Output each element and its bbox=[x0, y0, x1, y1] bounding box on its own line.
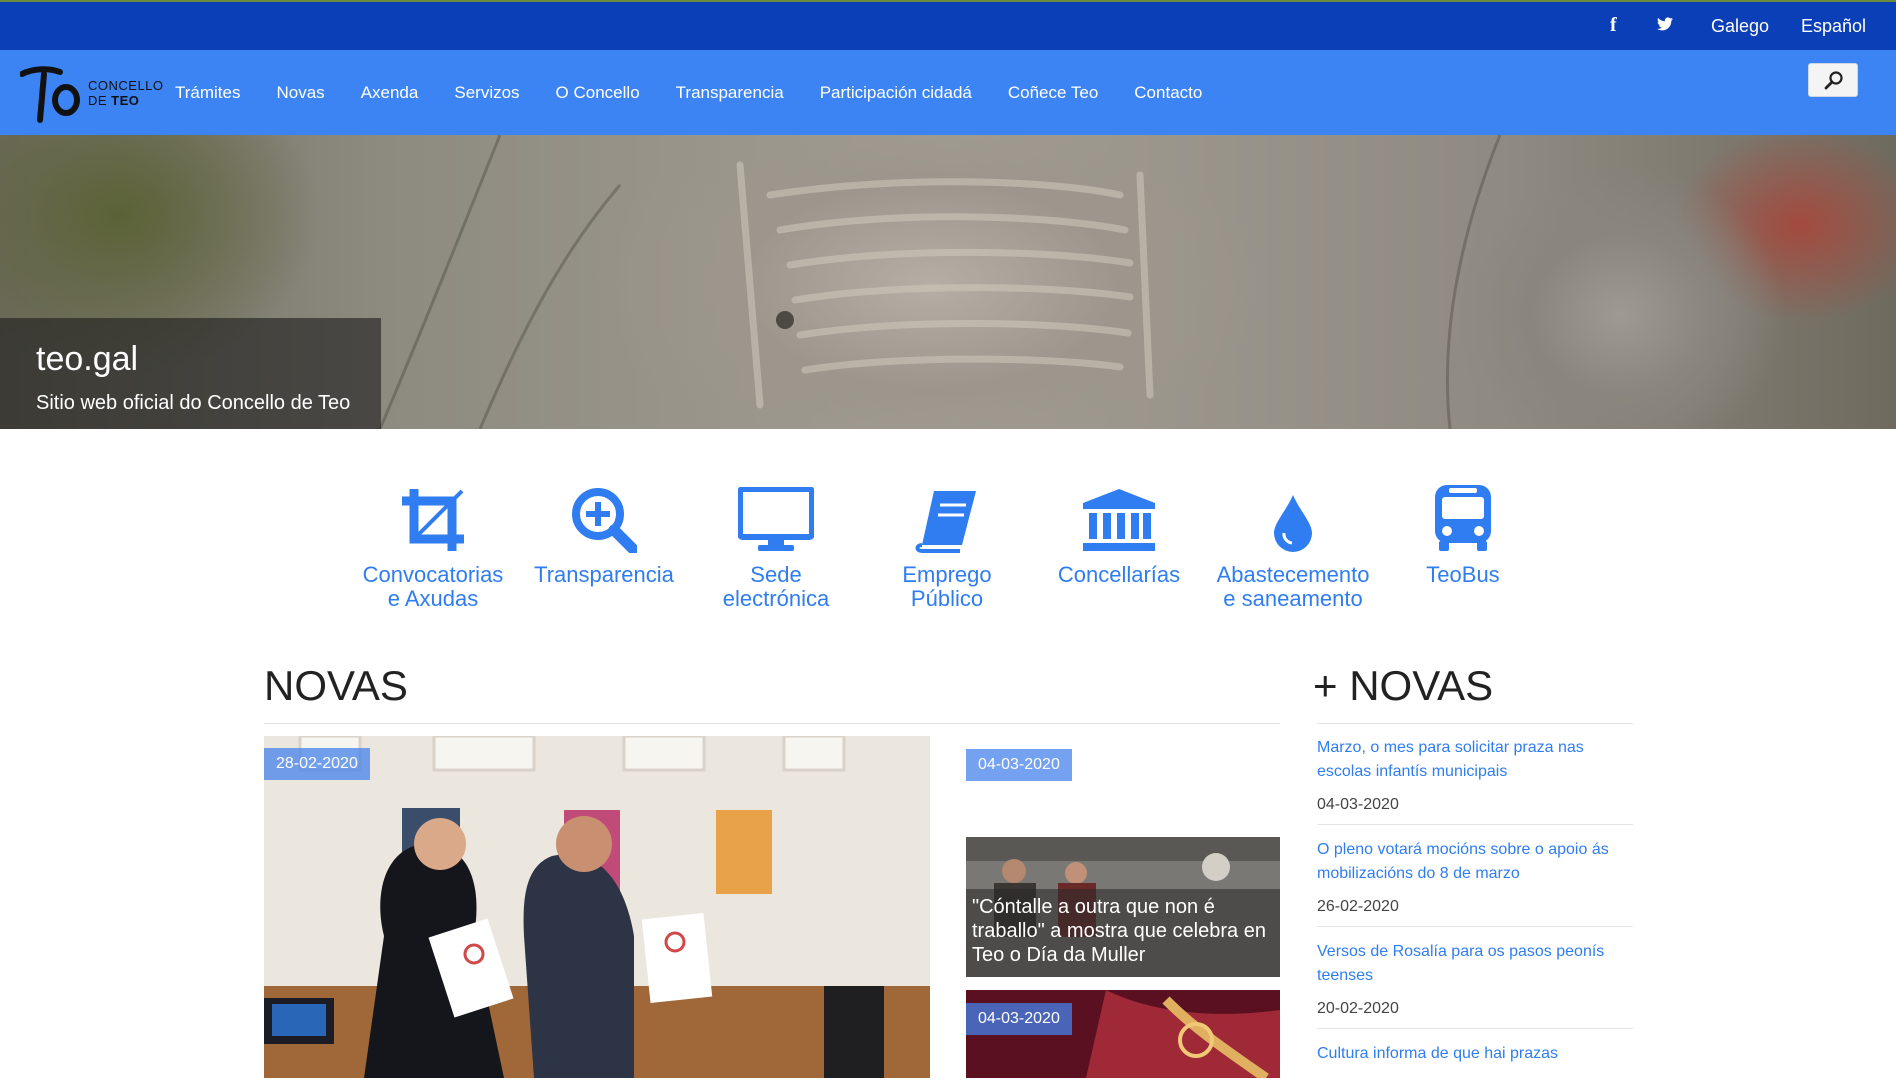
more-news-heading: + NOVAS bbox=[1313, 662, 1494, 709]
crop-icon bbox=[402, 489, 464, 551]
quick-link-transparencia[interactable]: Transparencia bbox=[519, 473, 689, 587]
more-news-date: 26-02-2020 bbox=[1317, 898, 1399, 915]
date-badge: 04-03-2020 bbox=[966, 1003, 1072, 1035]
quick-link-convocatorias[interactable]: Convocatorias e Axudas bbox=[348, 473, 518, 611]
more-news-item: Marzo, o mes para solicitar praza nas es… bbox=[1317, 736, 1633, 825]
more-news-item: Versos de Rosalía para os pasos peonís t… bbox=[1317, 940, 1633, 1029]
nav-item-participacion[interactable]: Participación cidadá bbox=[820, 83, 972, 103]
more-news-date: 20-02-2020 bbox=[1317, 1000, 1399, 1017]
more-news-divider bbox=[1317, 723, 1633, 724]
news-heading: NOVAS bbox=[264, 662, 408, 709]
side-news-card[interactable]: 04-03-2020 bbox=[966, 990, 1280, 1078]
nav-item-novas[interactable]: Novas bbox=[277, 83, 325, 103]
quick-link-label: Transparencia bbox=[534, 562, 674, 587]
top-bar: f Galego Español bbox=[0, 0, 1896, 50]
news-caption: "Cóntalle a outra que non é traballo" a … bbox=[966, 889, 1280, 977]
quick-link-label: Público bbox=[910, 586, 984, 611]
search-icon bbox=[1824, 71, 1843, 90]
main-navbar: CONCELLO DE TEO Trámites Novas Axenda Se… bbox=[0, 50, 1896, 135]
quick-link-label: Concellarías bbox=[1057, 562, 1181, 587]
nav-item-transparencia[interactable]: Transparencia bbox=[676, 83, 784, 103]
quick-links: Convocatorias e Axudas Transparencia Sede… bbox=[0, 429, 1896, 669]
quick-link-label: Sede bbox=[750, 562, 802, 587]
nav-item-conece-teo[interactable]: Coñece Teo bbox=[1008, 83, 1098, 103]
hero-subtitle: Sitio web oficial do Concello de Teo bbox=[36, 392, 351, 414]
logo-text: CONCELLO DE TEO bbox=[88, 78, 164, 108]
date-badge: 04-03-2020 bbox=[966, 749, 1072, 781]
concello-logo[interactable]: CONCELLO DE TEO bbox=[20, 64, 163, 124]
more-news-list: Marzo, o mes para solicitar praza nas es… bbox=[1317, 736, 1633, 1089]
more-news-item: O pleno votará mocións sobre o apoio ás … bbox=[1317, 838, 1633, 927]
hero-title: teo.gal bbox=[36, 340, 139, 378]
more-news-link[interactable]: O pleno votará mocións sobre o apoio ás … bbox=[1317, 838, 1633, 886]
quick-link-label: e saneamento bbox=[1223, 586, 1363, 611]
quick-link-abastecemento[interactable]: Abastecemento e saneamento bbox=[1208, 473, 1378, 611]
monitor-icon bbox=[738, 487, 814, 551]
nav-item-tramites[interactable]: Trámites bbox=[175, 83, 241, 103]
quick-link-label: Abastecemento bbox=[1216, 562, 1370, 587]
news-photo bbox=[264, 736, 930, 1078]
zoom-plus-icon bbox=[572, 488, 637, 553]
hero-banner: teo.gal Sitio web oficial do Concello de… bbox=[0, 135, 1896, 429]
quick-link-label: TeoBus bbox=[1426, 562, 1500, 587]
side-news-card[interactable]: 04-03-2020 bbox=[966, 736, 1280, 836]
quick-link-emprego-publico[interactable]: Emprego Público bbox=[862, 473, 1032, 611]
quick-link-label: Emprego bbox=[902, 562, 992, 587]
nav-item-o-concello[interactable]: O Concello bbox=[556, 83, 640, 103]
logo-line1: CONCELLO bbox=[88, 78, 164, 93]
quick-link-label: Convocatorias bbox=[362, 562, 504, 587]
quick-link-concellarias[interactable]: Concellarías bbox=[1034, 473, 1204, 587]
drop-icon bbox=[1274, 495, 1312, 552]
more-news-item: Cultura informa de que hai prazas bbox=[1317, 1042, 1633, 1076]
book-icon bbox=[915, 491, 976, 553]
side-news-card[interactable]: "Cóntalle a outra que non é traballo" a … bbox=[966, 837, 1280, 977]
more-news-link[interactable]: Cultura informa de que hai prazas bbox=[1317, 1042, 1633, 1066]
date-badge: 28-02-2020 bbox=[264, 748, 370, 780]
more-news-date: 04-03-2020 bbox=[1317, 796, 1399, 813]
more-news-link[interactable]: Versos de Rosalía para os pasos peonís t… bbox=[1317, 940, 1633, 988]
more-news-link[interactable]: Marzo, o mes para solicitar praza nas es… bbox=[1317, 736, 1633, 784]
side-divider bbox=[966, 723, 1280, 724]
nav-menu: Trámites Novas Axenda Servizos O Concell… bbox=[175, 50, 1238, 135]
twitter-icon[interactable] bbox=[1657, 16, 1673, 36]
quick-link-label: electrónica bbox=[722, 586, 830, 611]
facebook-icon[interactable]: f bbox=[1610, 14, 1617, 37]
institution-icon bbox=[1083, 489, 1155, 551]
quick-link-sede-electronica[interactable]: Sede electrónica bbox=[691, 473, 861, 611]
logo-line2: DE TEO bbox=[88, 93, 140, 108]
search-button[interactable] bbox=[1808, 63, 1858, 97]
lang-espanol-link[interactable]: Español bbox=[1801, 16, 1866, 37]
nav-item-servizos[interactable]: Servizos bbox=[454, 83, 519, 103]
hero-caption: teo.gal Sitio web oficial do Concello de… bbox=[0, 318, 381, 429]
quick-link-teobus[interactable]: TeoBus bbox=[1378, 473, 1548, 587]
logo-mark-icon bbox=[20, 66, 80, 123]
lang-galego-link[interactable]: Galego bbox=[1711, 16, 1769, 37]
nav-item-axenda[interactable]: Axenda bbox=[361, 83, 419, 103]
nav-item-contacto[interactable]: Contacto bbox=[1134, 83, 1202, 103]
quick-link-label: e Axudas bbox=[387, 586, 479, 611]
main-news-card[interactable]: 28-02-2020 bbox=[264, 736, 930, 1078]
bus-icon bbox=[1435, 485, 1491, 551]
